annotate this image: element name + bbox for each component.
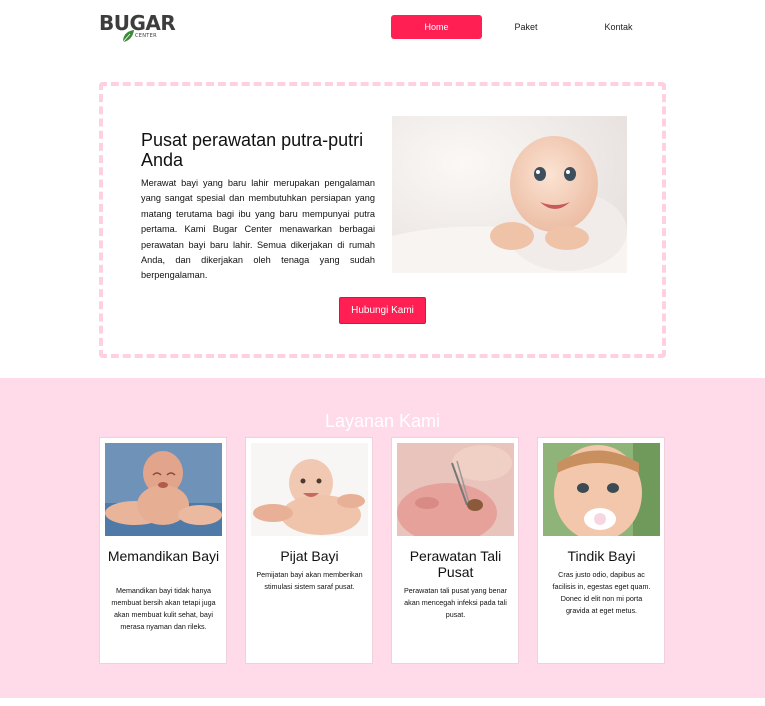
hero-text: Merawat bayi yang baru lahir merupakan p… — [141, 178, 375, 281]
card-desc: Perawatan tali pusat yang benar akan men… — [403, 586, 508, 619]
service-card-tindik[interactable]: Tindik Bayi Cras justo odio, dapibus ac … — [537, 437, 665, 664]
service-card-pijat[interactable]: Pijat Bayi Pemijatan bayi akan memberika… — [245, 437, 373, 664]
site-header: BUGAR CENTER Home Paket Kontak — [0, 0, 765, 56]
hero-baby-photo — [392, 116, 627, 273]
card-desc: Pemijatan bayi akan memberikan stimulasi… — [256, 570, 363, 591]
leaf-icon — [122, 30, 134, 43]
massage-baby-photo — [251, 443, 368, 536]
hero-title: Pusat perawatan putra-putri Anda — [141, 130, 364, 170]
service-card-memandikan[interactable]: Memandikan Bayi Memandikan bayi tidak ha… — [99, 437, 227, 664]
services-title: Layanan Kami — [324, 411, 441, 431]
services-section: Layanan Kami Memandikan Bayi Memandikan … — [0, 378, 765, 698]
logo[interactable]: BUGAR CENTER — [99, 12, 176, 43]
logo-subtext: CENTER — [135, 33, 157, 39]
service-card-tali-pusat[interactable]: Perawatan Tali Pusat Perawatan tali pusa… — [391, 437, 519, 664]
card-title: Memandikan Bayi — [107, 548, 220, 564]
bathing-baby-photo — [105, 443, 222, 536]
card-title: Pijat Bayi — [280, 548, 339, 564]
umbilical-care-photo — [397, 443, 514, 536]
card-desc: Memandikan bayi tidak hanya membuat bers… — [111, 586, 216, 631]
card-desc: Cras justo odio, dapibus ac facilisis in… — [552, 570, 651, 615]
logo-text: BUGAR — [99, 11, 176, 35]
hero-section: Pusat perawatan putra-putri Anda Merawat… — [99, 82, 666, 358]
nav-home[interactable]: Home — [391, 15, 482, 39]
card-title: Tindik Bayi — [567, 548, 636, 564]
card-title: Perawatan Tali Pusat — [409, 548, 502, 580]
pacifier-baby-photo — [543, 443, 660, 536]
contact-button[interactable]: Hubungi Kami — [339, 297, 426, 324]
nav-paket[interactable]: Paket — [501, 15, 551, 39]
nav-kontak[interactable]: Kontak — [591, 15, 646, 39]
